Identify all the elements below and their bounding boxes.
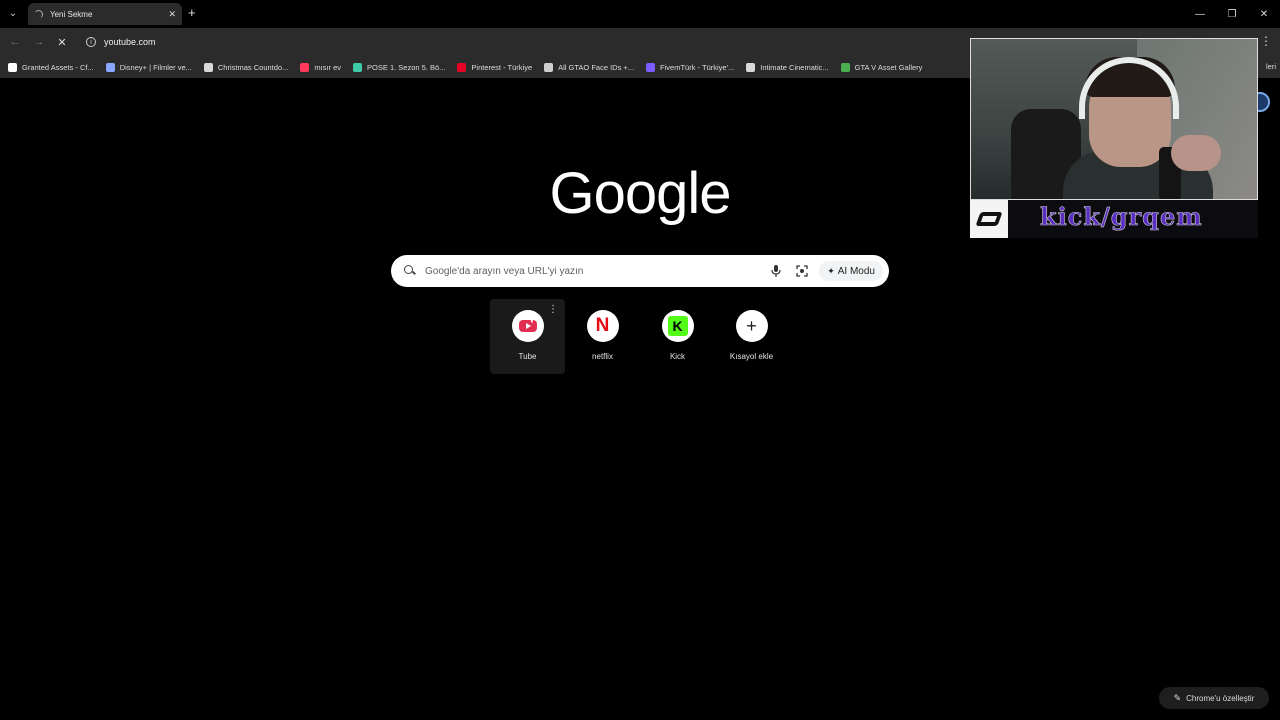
customize-label: Chrome'u özelleştir bbox=[1186, 693, 1255, 703]
bookmark-item[interactable]: Christmas Countdo... bbox=[203, 62, 289, 72]
pencil-icon: ✎ bbox=[1173, 692, 1182, 703]
plus-icon: + bbox=[746, 316, 757, 336]
tab-title: Yeni Sekme bbox=[50, 9, 93, 19]
pinterest-icon bbox=[457, 62, 467, 72]
bookmark-label: All GTAO Face IDs +... bbox=[558, 62, 635, 72]
netflix-icon: N bbox=[595, 315, 610, 336]
pose-icon bbox=[353, 62, 363, 72]
stop-loading-button[interactable]: ✕ bbox=[53, 33, 71, 51]
camera-lens-icon bbox=[796, 265, 808, 277]
lens-search-button[interactable] bbox=[793, 262, 811, 280]
bookmarks-more[interactable]: leri bbox=[1266, 62, 1276, 71]
search-box[interactable]: Google'da arayın veya URL'yi yazın ✦ AI … bbox=[391, 255, 889, 287]
shortcut-netflix[interactable]: N netflix bbox=[565, 299, 640, 374]
site-info-icon[interactable]: i bbox=[86, 37, 96, 47]
shortcut-kick[interactable]: K Kick bbox=[640, 299, 715, 374]
ai-mode-button[interactable]: ✦ AI Modu bbox=[819, 261, 883, 281]
shortcut-icon-circle: + bbox=[735, 310, 768, 342]
granted-assets-icon bbox=[8, 62, 17, 72]
fivem-icon bbox=[646, 62, 656, 72]
bookmark-item[interactable]: Granted Assets - Cf... bbox=[8, 62, 94, 72]
close-window-button[interactable]: ✕ bbox=[1248, 0, 1280, 28]
shortcut-icon-circle bbox=[511, 310, 544, 342]
shortcut-label: Tube bbox=[518, 352, 537, 361]
search-input[interactable]: Google'da arayın veya URL'yi yazın bbox=[425, 266, 767, 277]
close-icon[interactable]: ✕ bbox=[168, 9, 176, 20]
bookmark-label: mısır ev bbox=[314, 62, 342, 72]
bookmark-item[interactable]: GTA V Asset Gallery bbox=[840, 62, 923, 72]
bookmark-label: Pinterest - Türkiye bbox=[471, 62, 533, 72]
minimize-button[interactable]: — bbox=[1184, 0, 1216, 28]
back-button[interactable]: ← bbox=[6, 33, 24, 51]
shortcut-icon-circle: N bbox=[586, 310, 619, 342]
tab-new-tab[interactable]: Yeni Sekme ✕ bbox=[28, 3, 182, 25]
gta-gallery-icon bbox=[840, 62, 850, 72]
bookmark-item[interactable]: mısır ev bbox=[300, 62, 342, 72]
shortcut-add[interactable]: + Kısayol ekle bbox=[714, 299, 789, 374]
bookmark-item[interactable]: POSE 1. Sezon 5. Bö... bbox=[353, 62, 446, 72]
window-controls: — ❐ ✕ bbox=[1184, 0, 1280, 28]
voice-search-button[interactable] bbox=[767, 262, 785, 280]
bookmark-label: FivemTürk - Türkiye'... bbox=[660, 62, 735, 72]
shortcut-label: netflix bbox=[592, 352, 613, 361]
channel-name: kick/grqem bbox=[1040, 202, 1203, 232]
forward-button[interactable]: → bbox=[30, 33, 48, 51]
microphone-icon bbox=[771, 265, 781, 277]
bookmark-item[interactable]: All GTAO Face IDs +... bbox=[544, 62, 635, 72]
kick-icon: K bbox=[667, 316, 688, 336]
airbnb-icon bbox=[300, 62, 310, 72]
webcam-person-hand bbox=[1171, 135, 1221, 171]
restore-button[interactable]: ❐ bbox=[1216, 0, 1248, 28]
bookmark-label: Granted Assets - Cf... bbox=[22, 62, 94, 72]
bookmark-label: POSE 1. Sezon 5. Bö... bbox=[367, 62, 446, 72]
stream-banner: kick/grqem bbox=[970, 200, 1258, 238]
search-icon bbox=[404, 265, 416, 277]
loading-spinner-icon bbox=[34, 9, 43, 19]
gtao-icon bbox=[544, 62, 554, 72]
kick-badge-icon bbox=[970, 200, 1008, 238]
shortcut-label: Kısayol ekle bbox=[729, 352, 774, 361]
chevron-down-icon: ⌄ bbox=[8, 7, 18, 19]
star-icon bbox=[203, 62, 213, 72]
bookmark-label: Christmas Countdo... bbox=[217, 62, 289, 72]
shortcut-youtube[interactable]: Tube ⋮ bbox=[490, 299, 565, 374]
more-options-icon[interactable]: ⋮ bbox=[548, 305, 558, 315]
webcam-overlay bbox=[970, 38, 1258, 200]
new-tab-button[interactable]: + bbox=[188, 6, 196, 20]
ai-search-icon: ✦ bbox=[827, 265, 835, 276]
shortcut-icon-circle: K bbox=[661, 310, 694, 342]
shortcut-label: Kick bbox=[669, 352, 686, 361]
tab-strip: ⌄ Yeni Sekme ✕ + — ❐ ✕ bbox=[0, 0, 1280, 28]
chrome-menu-button[interactable]: ⋮ bbox=[1260, 34, 1272, 48]
tab-search-button[interactable]: ⌄ bbox=[4, 4, 22, 22]
bookmark-label: GTA V Asset Gallery bbox=[854, 62, 923, 72]
address-url[interactable]: youtube.com bbox=[104, 37, 156, 47]
disney-plus-icon bbox=[105, 62, 115, 72]
bookmark-item[interactable]: Pinterest - Türkiye bbox=[457, 62, 533, 72]
ai-mode-label: AI Modu bbox=[837, 265, 875, 277]
bookmark-label: Intimate Cinematic... bbox=[760, 62, 829, 72]
bookmark-label: Disney+ | Filmler ve... bbox=[119, 62, 192, 72]
customize-chrome-button[interactable]: ✎ Chrome'u özelleştir bbox=[1159, 687, 1269, 709]
bookmark-item[interactable]: Intimate Cinematic... bbox=[746, 62, 829, 72]
bookmark-item[interactable]: Disney+ | Filmler ve... bbox=[105, 62, 192, 72]
bookmark-item[interactable]: FivemTürk - Türkiye'... bbox=[646, 62, 735, 72]
moon-icon bbox=[746, 62, 756, 72]
